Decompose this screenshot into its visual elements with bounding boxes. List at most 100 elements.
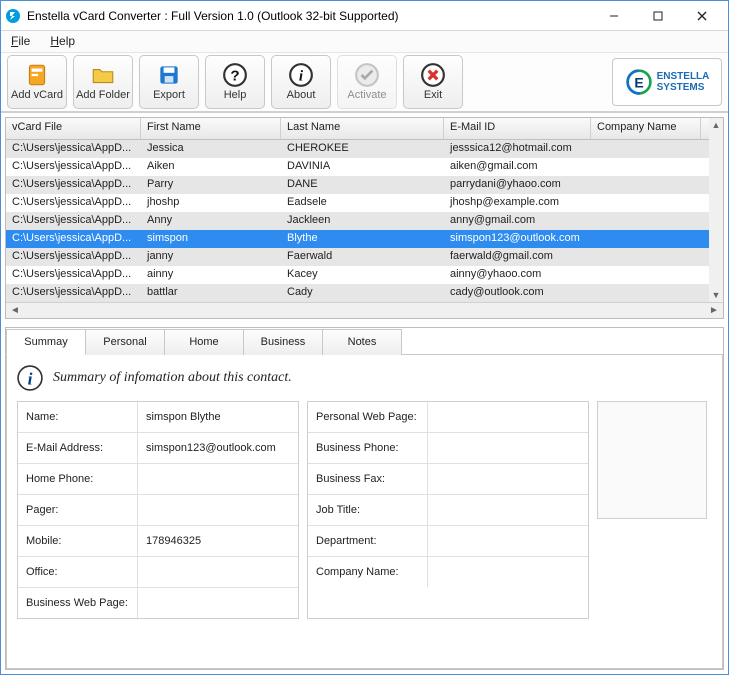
cell-file: C:\Users\jessica\AppD... (6, 194, 141, 212)
tab-personal[interactable]: Personal (85, 329, 165, 355)
activate-button[interactable]: Activate (337, 55, 397, 109)
close-button[interactable] (680, 1, 724, 31)
cell-first: Jessica (141, 140, 281, 158)
col-last-name[interactable]: Last Name (281, 118, 444, 139)
horizontal-scrollbar[interactable]: ◄ ► (6, 302, 723, 318)
label-email: E-Mail Address: (18, 433, 138, 463)
value-company-name (428, 557, 588, 587)
label-home-phone: Home Phone: (18, 464, 138, 494)
cell-file: C:\Users\jessica\AppD... (6, 248, 141, 266)
scroll-up-icon[interactable]: ▲ (709, 118, 723, 132)
vertical-scrollbar[interactable]: ▲ ▼ (709, 118, 723, 302)
app-icon (5, 8, 21, 24)
scroll-down-icon[interactable]: ▼ (709, 288, 723, 302)
tab-business[interactable]: Business (243, 329, 323, 355)
table-row[interactable]: C:\Users\jessica\AppD...ainnyKaceyainny@… (6, 266, 723, 284)
label-department: Department: (308, 526, 428, 556)
table-row[interactable]: C:\Users\jessica\AppD...jannyFaerwaldfae… (6, 248, 723, 266)
add-folder-button[interactable]: Add Folder (73, 55, 133, 109)
value-business-phone (428, 433, 588, 463)
summary-panel: i Summary of infomation about this conta… (6, 354, 723, 669)
cell-first: jhoshp (141, 194, 281, 212)
cell-company (591, 176, 701, 194)
window-title: Enstella vCard Converter : Full Version … (27, 9, 592, 23)
maximize-button[interactable] (636, 1, 680, 31)
cell-company (591, 266, 701, 284)
menubar: File Help (1, 31, 728, 53)
brand-logo: E ENSTELLASYSTEMS (612, 58, 722, 106)
col-first-name[interactable]: First Name (141, 118, 281, 139)
svg-text:i: i (28, 369, 33, 388)
summary-heading: i Summary of infomation about this conta… (17, 365, 712, 391)
value-home-phone (138, 464, 298, 494)
cell-company (591, 194, 701, 212)
vcard-icon (24, 62, 50, 88)
value-office (138, 557, 298, 587)
toolbar: Add vCard Add Folder Export ? Help i Abo… (1, 53, 728, 113)
label-personal-web: Personal Web Page: (308, 402, 428, 432)
label-company-name: Company Name: (308, 557, 428, 587)
cell-file: C:\Users\jessica\AppD... (6, 284, 141, 302)
titlebar: Enstella vCard Converter : Full Version … (1, 1, 728, 31)
cell-email: faerwald@gmail.com (444, 248, 591, 266)
minimize-button[interactable] (592, 1, 636, 31)
about-button[interactable]: i About (271, 55, 331, 109)
cell-first: Parry (141, 176, 281, 194)
cell-email: ainny@yhaoo.com (444, 266, 591, 284)
table-row[interactable]: C:\Users\jessica\AppD...AnnyJackleenanny… (6, 212, 723, 230)
scroll-right-icon[interactable]: ► (707, 305, 721, 316)
save-icon (156, 62, 182, 88)
value-job-title (428, 495, 588, 525)
cell-first: janny (141, 248, 281, 266)
label-mobile: Mobile: (18, 526, 138, 556)
col-company[interactable]: Company Name (591, 118, 701, 139)
label-job-title: Job Title: (308, 495, 428, 525)
summary-left-column: Name:simspon Blythe E-Mail Address:simsp… (17, 401, 299, 619)
cell-email: cady@outlook.com (444, 284, 591, 302)
svg-text:E: E (634, 74, 643, 90)
table-row[interactable]: C:\Users\jessica\AppD...simsponBlythesim… (6, 230, 723, 248)
summary-right-column: Personal Web Page: Business Phone: Busin… (307, 401, 589, 619)
value-business-web (138, 588, 298, 618)
menu-help[interactable]: Help (46, 32, 79, 50)
cell-email: jhoshp@example.com (444, 194, 591, 212)
add-vcard-button[interactable]: Add vCard (7, 55, 67, 109)
label-business-web: Business Web Page: (18, 588, 138, 618)
cell-file: C:\Users\jessica\AppD... (6, 158, 141, 176)
cell-last: Faerwald (281, 248, 444, 266)
cell-email: jesssica12@hotmail.com (444, 140, 591, 158)
cell-email: aiken@gmail.com (444, 158, 591, 176)
cell-company (591, 230, 701, 248)
enstella-icon: E (625, 68, 653, 96)
tabstrip: Summay Personal Home Business Notes (6, 328, 723, 354)
label-business-fax: Business Fax: (308, 464, 428, 494)
cell-company (591, 248, 701, 266)
contacts-grid: vCard File First Name Last Name E-Mail I… (5, 117, 724, 319)
label-pager: Pager: (18, 495, 138, 525)
tab-notes[interactable]: Notes (322, 329, 402, 355)
folder-icon (90, 62, 116, 88)
export-button[interactable]: Export (139, 55, 199, 109)
table-row[interactable]: C:\Users\jessica\AppD...JessicaCHEROKEEj… (6, 140, 723, 158)
cell-email: parrydani@yhaoo.com (444, 176, 591, 194)
menu-file[interactable]: File (7, 32, 34, 50)
grid-body: C:\Users\jessica\AppD...JessicaCHEROKEEj… (6, 140, 723, 302)
help-button[interactable]: ? Help (205, 55, 265, 109)
tab-summary[interactable]: Summay (6, 329, 86, 355)
col-vcard-file[interactable]: vCard File (6, 118, 141, 139)
tab-home[interactable]: Home (164, 329, 244, 355)
cell-first: ainny (141, 266, 281, 284)
table-row[interactable]: C:\Users\jessica\AppD...ParryDANEparryda… (6, 176, 723, 194)
close-icon (420, 62, 446, 88)
exit-button[interactable]: Exit (403, 55, 463, 109)
cell-file: C:\Users\jessica\AppD... (6, 176, 141, 194)
cell-file: C:\Users\jessica\AppD... (6, 212, 141, 230)
table-row[interactable]: C:\Users\jessica\AppD...jhoshpEadselejho… (6, 194, 723, 212)
table-row[interactable]: C:\Users\jessica\AppD...AikenDAVINIAaike… (6, 158, 723, 176)
col-email[interactable]: E-Mail ID (444, 118, 591, 139)
scroll-left-icon[interactable]: ◄ (8, 305, 22, 316)
detail-tabs: Summay Personal Home Business Notes i Su… (5, 327, 724, 670)
cell-last: Jackleen (281, 212, 444, 230)
table-row[interactable]: C:\Users\jessica\AppD...battlarCadycady@… (6, 284, 723, 302)
value-mobile: 178946325 (138, 526, 298, 556)
